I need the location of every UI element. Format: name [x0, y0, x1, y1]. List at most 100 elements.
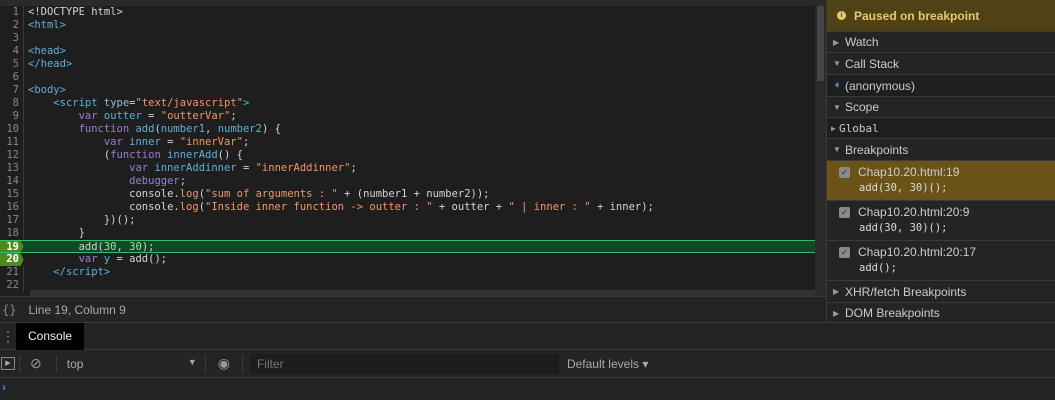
code-line[interactable]: 15 console.log("sum of arguments : " + (…	[0, 188, 826, 201]
code-editor[interactable]: 1 <!DOCTYPE html> 2 <html> 3 4 <head> 5 </head> 6…	[0, 0, 826, 296]
code-token: log	[179, 201, 199, 213]
code-token: <!DOCTYPE html>	[28, 6, 123, 18]
breakpoint-marker[interactable]: 19	[0, 241, 24, 252]
sidebar-toggle-icon[interactable]: ▶	[1, 357, 15, 370]
code-token: add	[135, 123, 155, 135]
code-line[interactable]: 11 var inner = "innerVar";	[0, 136, 826, 149]
line-number[interactable]: 11	[0, 136, 24, 149]
code-text: </head>	[24, 58, 72, 71]
code-token: })();	[28, 214, 136, 226]
code-line[interactable]: 13 var innerAddinner = "innerAddinner";	[0, 162, 826, 175]
code-line[interactable]: 6	[0, 71, 826, 84]
code-line[interactable]: 5 </head>	[0, 58, 826, 71]
breakpoint-item[interactable]: ✓ Chap10.20.html:19 add(30, 30)();	[827, 161, 1055, 201]
code-line[interactable]: 14 debugger;	[0, 175, 826, 188]
line-number[interactable]: 17	[0, 214, 24, 227]
divider	[241, 354, 243, 373]
line-number[interactable]: 3	[0, 32, 24, 45]
filter-input[interactable]	[250, 353, 559, 374]
breakpoint-item[interactable]: ✓ Chap10.20.html:20:17 add();	[827, 241, 1055, 281]
code-token: " | inner : "	[508, 201, 591, 213]
line-number[interactable]: 12	[0, 149, 24, 162]
breakpoint-location: Chap10.20.html:19	[858, 165, 960, 179]
code-line[interactable]: 21 </script>	[0, 266, 826, 279]
xhr-label: XHR/fetch Breakpoints	[845, 284, 967, 299]
code-text: }	[24, 227, 85, 240]
tab-console[interactable]: Console	[16, 322, 85, 350]
line-number[interactable]: 9	[0, 110, 24, 123]
collapse-icon: ▼	[833, 145, 841, 154]
breakpoint-location: Chap10.20.html:20:17	[858, 245, 977, 259]
current-frame-arrow-icon: ➧	[833, 80, 842, 91]
line-number[interactable]: 16	[0, 201, 24, 214]
line-number[interactable]: 6	[0, 71, 24, 84]
code-token: </script>	[53, 266, 111, 278]
global-label: Global	[839, 121, 879, 135]
breakpoint-list: ✓ Chap10.20.html:19 add(30, 30)(); ✓ Chap10.…	[827, 161, 1055, 281]
code-line[interactable]: 2 <html>	[0, 19, 826, 32]
more-menu-icon[interactable]: ⋮	[0, 329, 16, 343]
clear-console-icon[interactable]: ⊘	[30, 355, 42, 372]
dom-breakpoints-section[interactable]: ▶ DOM Breakpoints	[827, 303, 1055, 323]
breakpoint-checkbox[interactable]: ✓	[839, 166, 850, 178]
breakpoints-section[interactable]: ▼ Breakpoints	[827, 139, 1055, 161]
breakpoint-checkbox[interactable]: ✓	[839, 206, 850, 218]
code-line[interactable]: 4 <head>	[0, 45, 826, 58]
code-line[interactable]: 17 })();	[0, 214, 826, 227]
pretty-print-button[interactable]: {}	[2, 303, 16, 317]
call-stack-section[interactable]: ▼ Call Stack	[827, 53, 1055, 75]
code-line[interactable]: 3	[0, 32, 826, 45]
code-line[interactable]: 16 console.log("Inside inner function ->…	[0, 201, 826, 214]
code-line[interactable]: 1 <!DOCTYPE html>	[0, 6, 826, 19]
code-line[interactable]: 10 function add(number1, number2) {	[0, 123, 826, 136]
code-token: innerAddinner	[154, 162, 237, 174]
code-token: >	[242, 97, 250, 109]
code-token: ;	[242, 136, 250, 148]
breakpoint-header: ✓ Chap10.20.html:20:17	[839, 245, 1055, 259]
scope-label: Scope	[845, 100, 880, 114]
vertical-scrollbar[interactable]	[815, 6, 826, 296]
line-number[interactable]: 10	[0, 123, 24, 136]
line-number[interactable]: 13	[0, 162, 24, 175]
call-frame[interactable]: ➧ (anonymous)	[827, 75, 1055, 97]
line-number[interactable]: 21	[0, 266, 24, 279]
code-token: + (number1 + number2));	[337, 188, 490, 200]
console-prompt[interactable]: ›	[2, 380, 6, 394]
code-line[interactable]: 9 var outter = "outterVar";	[0, 110, 826, 123]
code-line[interactable]: 19 add(30, 30);	[0, 240, 826, 253]
context-select[interactable]: top ▼	[61, 357, 201, 371]
line-number[interactable]: 5	[0, 58, 24, 71]
breakpoint-checkbox[interactable]: ✓	[839, 246, 850, 258]
line-number[interactable]: 8	[0, 97, 24, 110]
line-number[interactable]: 4	[0, 45, 24, 58]
breakpoint-code: add(30, 30)();	[859, 182, 948, 194]
code-token: log	[179, 188, 199, 200]
breakpoint-marker[interactable]: 20	[0, 253, 24, 266]
watch-section[interactable]: ▶ Watch	[827, 32, 1055, 53]
code-line[interactable]: 20 var y = add();	[0, 253, 826, 266]
line-number[interactable]: 14	[0, 175, 24, 188]
line-number[interactable]: 15	[0, 188, 24, 201]
code-text: <!DOCTYPE html>	[24, 6, 123, 19]
scope-global[interactable]: ▶ Global	[827, 118, 1055, 139]
code-line[interactable]: 8 <script type="text/javascript">	[0, 97, 826, 110]
xhr-breakpoints-section[interactable]: ▶ XHR/fetch Breakpoints	[827, 281, 1055, 303]
code-line[interactable]: 7 <body>	[0, 84, 826, 97]
code-line[interactable]: 12 (function innerAdd() {	[0, 149, 826, 162]
line-number[interactable]: 7	[0, 84, 24, 97]
log-levels-dropdown[interactable]: Default levels ▾	[567, 357, 648, 371]
breakpoint-item[interactable]: ✓ Chap10.20.html:20:9 add(30, 30)();	[827, 201, 1055, 241]
line-number[interactable]: 18	[0, 227, 24, 240]
code-text: console.log("Inside inner function -> ou…	[24, 201, 654, 214]
code-text: var innerAddinner = "innerAddinner";	[24, 162, 357, 175]
scrollbar-thumb[interactable]	[817, 6, 824, 81]
line-number[interactable]: 22	[0, 279, 24, 292]
line-number[interactable]: 2	[0, 19, 24, 32]
scope-section[interactable]: ▼ Scope	[827, 97, 1055, 118]
line-number[interactable]: 1	[0, 6, 24, 19]
breakpoint-code: add(30, 30)();	[859, 222, 948, 234]
eye-icon[interactable]: ◉	[218, 355, 230, 372]
code-line[interactable]: 18 }	[0, 227, 826, 240]
